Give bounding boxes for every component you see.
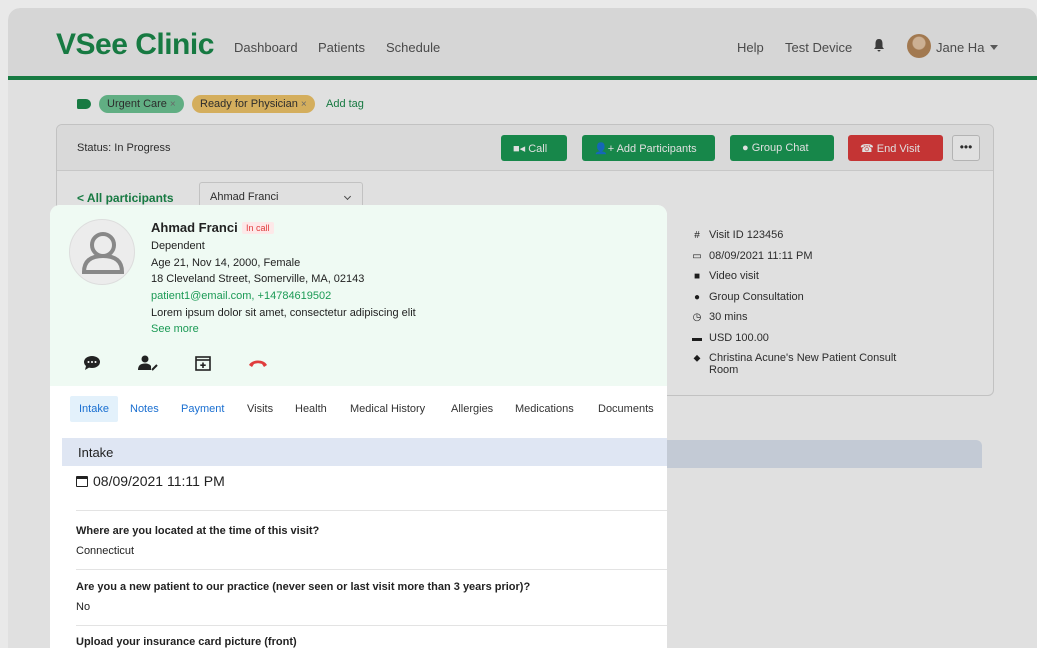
avatar xyxy=(69,219,135,285)
edit-user-icon[interactable] xyxy=(138,355,158,371)
logo[interactable]: VSee Clinic xyxy=(56,28,214,62)
call-button[interactable]: ■◂ Call xyxy=(501,135,567,161)
user-avatar[interactable] xyxy=(907,34,931,58)
tab-documents[interactable]: Documents xyxy=(598,403,654,415)
card-icon: ▬ xyxy=(692,332,702,344)
tag-ready-for-physician[interactable]: Ready for Physician × xyxy=(192,95,315,113)
divider xyxy=(76,510,667,511)
add-user-icon: 👤+ xyxy=(594,143,617,155)
divider xyxy=(76,625,667,626)
more-options-button[interactable]: ••• xyxy=(952,135,980,161)
visit-room: Christina Acune's New Patient Consult xyxy=(709,352,897,364)
answer-new-patient: No xyxy=(76,601,91,613)
bell-icon[interactable] xyxy=(873,38,885,52)
user-icon xyxy=(81,232,125,274)
visit-room-cont: Room xyxy=(709,364,739,376)
tab-medical-history[interactable]: Medical History xyxy=(350,403,425,415)
chat-icon: ● xyxy=(742,142,752,154)
see-more-link[interactable]: See more xyxy=(151,323,199,335)
question-location: Where are you located at the time of thi… xyxy=(76,525,320,537)
user-name[interactable]: Jane Ha xyxy=(936,40,984,55)
divider xyxy=(76,569,667,570)
calendar-icon xyxy=(76,476,88,487)
question-new-patient: Are you a new patient to our practice (n… xyxy=(76,581,531,593)
participant-select-value: Ahmad Franci xyxy=(210,191,279,203)
info-icon: ● xyxy=(693,291,701,303)
patient-note: Lorem ipsum dolor sit amet, consectetur … xyxy=(151,307,416,319)
nav-dashboard[interactable]: Dashboard xyxy=(234,40,298,55)
clock-icon: ◷ xyxy=(692,312,702,323)
tag-icon xyxy=(77,99,91,109)
chevron-down-icon xyxy=(343,192,352,201)
tab-notes[interactable]: Notes xyxy=(130,403,159,415)
patient-relation: Dependent xyxy=(151,240,205,252)
answer-location: Connecticut xyxy=(76,545,135,557)
visit-status: Status: In Progress xyxy=(77,142,171,154)
nav-help[interactable]: Help xyxy=(737,40,764,55)
nav-test-device[interactable]: Test Device xyxy=(785,40,852,55)
patient-address: 18 Cleveland Street, Somerville, MA, 021… xyxy=(151,273,365,285)
call-label: Call xyxy=(528,143,548,155)
question-insurance-card: Upload your insurance card picture (fron… xyxy=(76,636,297,648)
top-header: VSee Clinic Dashboard Patients Schedule … xyxy=(8,8,1037,80)
calendar-add-icon[interactable] xyxy=(193,355,213,371)
tab-visits[interactable]: Visits xyxy=(247,403,273,415)
close-icon[interactable]: × xyxy=(170,99,176,110)
hangup-icon[interactable] xyxy=(248,355,268,371)
nav-patients[interactable]: Patients xyxy=(318,40,365,55)
tag-label: Ready for Physician xyxy=(200,98,298,110)
end-visit-label: End Visit xyxy=(876,143,920,155)
location-icon: ⬥ xyxy=(693,353,701,364)
in-call-badge: In call xyxy=(242,222,274,234)
tab-intake[interactable]: Intake xyxy=(70,396,118,422)
tag-urgent-care[interactable]: Urgent Care × xyxy=(99,95,184,113)
intake-date-value: 08/09/2021 11:11 PM xyxy=(93,473,225,489)
patient-card: Ahmad Franci In call Dependent Age 21, N… xyxy=(50,205,667,386)
tab-health[interactable]: Health xyxy=(295,403,327,415)
calendar-icon: ▭ xyxy=(692,250,702,262)
visit-price: USD 100.00 xyxy=(709,331,769,344)
intake-body xyxy=(62,466,667,648)
hangup-icon: ☎ xyxy=(860,143,877,155)
visit-duration: 30 mins xyxy=(709,311,748,323)
focused-participant-card: Ahmad Franci In call Dependent Age 21, N… xyxy=(50,205,667,648)
end-visit-button[interactable]: ☎ End Visit xyxy=(848,135,943,161)
add-participants-button[interactable]: 👤+ Add Participants xyxy=(582,135,715,161)
status-bar: Status: In Progress ■◂ Call 👤+ Add Parti… xyxy=(57,125,993,171)
hash-icon: # xyxy=(694,230,700,241)
patient-demographics: Age 21, Nov 14, 2000, Female xyxy=(151,257,301,269)
close-icon[interactable]: × xyxy=(301,99,307,110)
intake-header: Intake xyxy=(62,438,667,466)
patient-tabs: Intake Notes Payment Visits Health Medic… xyxy=(50,390,667,430)
all-participants-link[interactable]: < All participants xyxy=(77,191,174,205)
group-chat-label: Group Chat xyxy=(751,142,809,154)
intake-date: 08/09/2021 11:11 PM xyxy=(76,473,225,489)
patient-contact[interactable]: patient1@email.com, +14784619502 xyxy=(151,290,331,302)
video-icon: ■ xyxy=(693,271,701,282)
patient-name: Ahmad Franci xyxy=(151,220,238,235)
tab-allergies[interactable]: Allergies xyxy=(451,403,493,415)
visit-id: Visit ID 123456 xyxy=(709,229,784,241)
tab-payment[interactable]: Payment xyxy=(181,403,224,415)
tag-label: Urgent Care xyxy=(107,98,167,110)
video-icon: ■◂ xyxy=(513,143,529,155)
visit-info: # Visit ID 123456 ▭ 08/09/2021 11:11 PM ■ V… xyxy=(691,229,951,382)
add-tag-link[interactable]: Add tag xyxy=(326,98,364,110)
chat-icon[interactable] xyxy=(83,355,103,371)
add-participants-label: Add Participants xyxy=(616,143,697,155)
group-chat-button[interactable]: ● Group Chat xyxy=(730,135,834,161)
visit-datetime: 08/09/2021 11:11 PM xyxy=(709,249,813,262)
chevron-down-icon[interactable] xyxy=(990,45,998,50)
nav-schedule[interactable]: Schedule xyxy=(386,40,440,55)
visit-type: Video visit xyxy=(709,270,759,282)
tab-medications[interactable]: Medications xyxy=(515,403,574,415)
visit-consult: Group Consultation xyxy=(709,290,804,303)
